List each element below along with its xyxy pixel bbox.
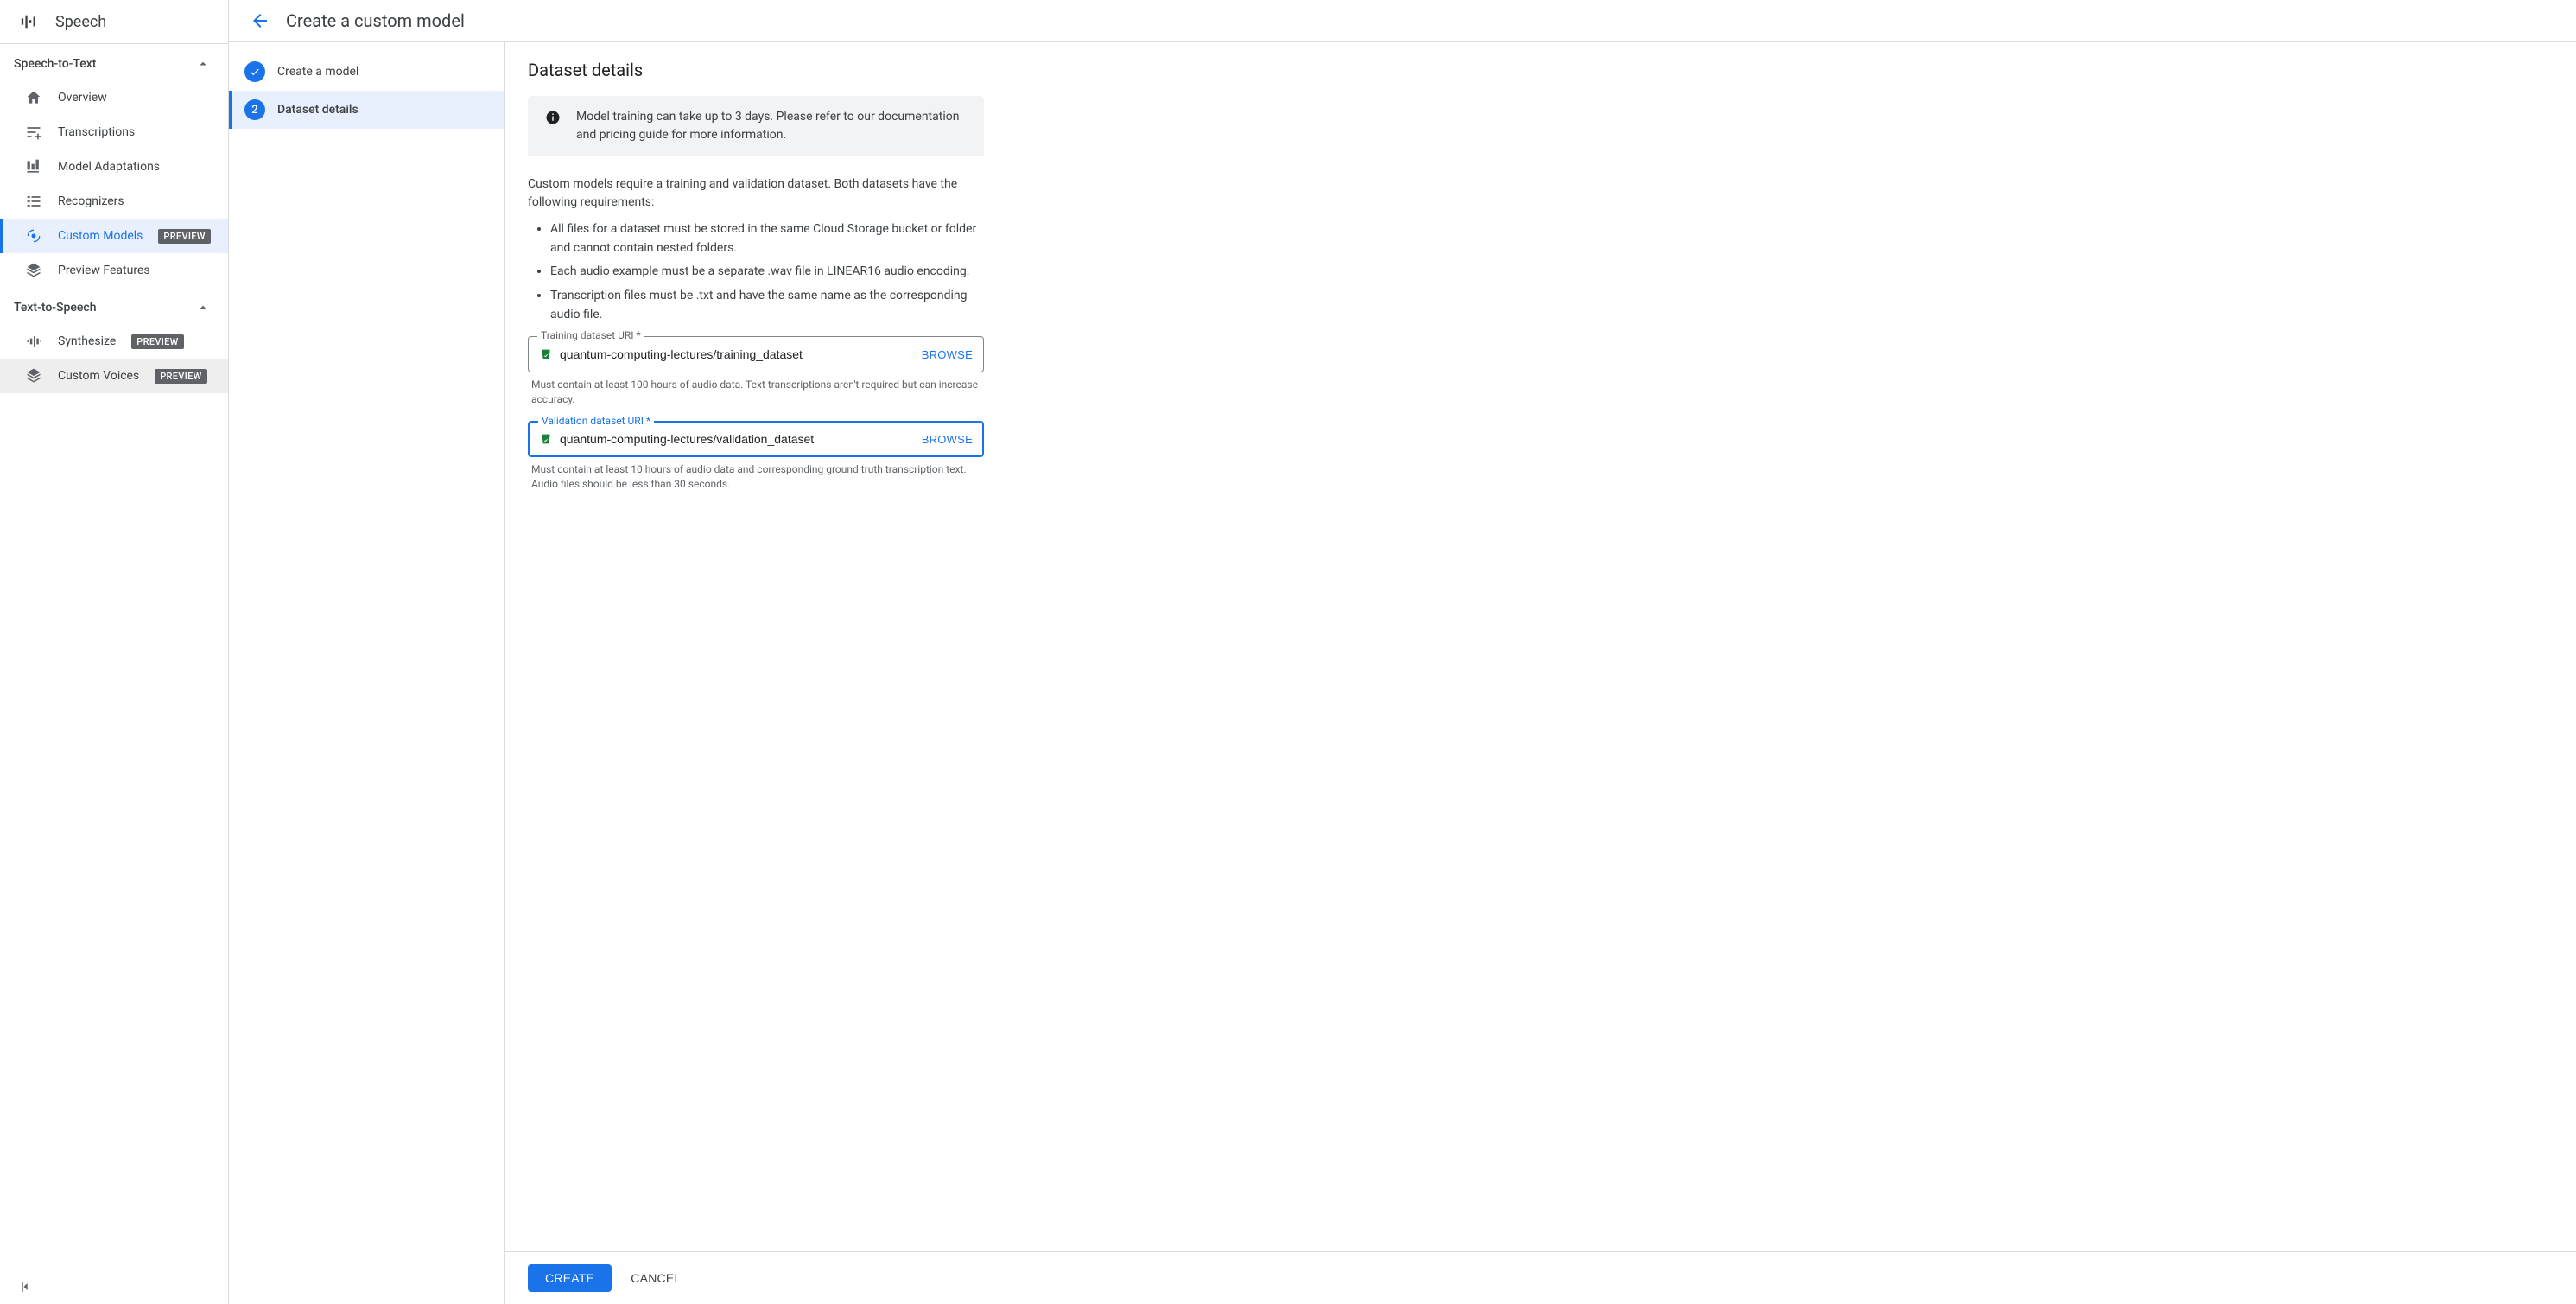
bucket-icon <box>539 347 553 361</box>
validation-dataset-field[interactable]: Validation dataset URI * BROWSE <box>528 421 984 457</box>
step-label: Dataset details <box>277 103 358 117</box>
nav-transcriptions[interactable]: Transcriptions <box>0 115 228 149</box>
detail-title: Dataset details <box>528 60 984 80</box>
model-icon <box>25 227 42 245</box>
training-dataset-field[interactable]: Training dataset URI * BROWSE <box>528 336 984 372</box>
requirement-item: All files for a dataset must be stored i… <box>550 220 984 258</box>
info-icon <box>545 110 561 125</box>
nav-label: Overview <box>58 91 107 105</box>
tune-icon <box>25 124 42 141</box>
nav-label: Custom Models <box>58 229 143 243</box>
step-dataset-details[interactable]: 2 Dataset details <box>229 91 504 129</box>
section-text-to-speech[interactable]: Text-to-Speech <box>0 288 228 324</box>
step-label: Create a model <box>277 65 358 79</box>
collapse-sidebar-icon[interactable] <box>17 1278 35 1295</box>
requirement-item: Each audio example must be a separate .w… <box>550 263 984 282</box>
list-icon <box>25 193 42 210</box>
nav-recognizers[interactable]: Recognizers <box>0 184 228 219</box>
layers-icon <box>25 367 42 385</box>
check-icon <box>244 61 265 82</box>
sidebar-footer <box>0 1269 228 1304</box>
field-label: Training dataset URI * <box>537 329 644 341</box>
speech-logo-icon <box>17 12 41 31</box>
preview-badge: PREVIEW <box>155 369 206 384</box>
info-banner: Model training can take up to 3 days. Pl… <box>528 96 984 156</box>
nav-synthesize[interactable]: Synthesize PREVIEW <box>0 324 228 359</box>
chevron-up-icon <box>195 300 211 315</box>
content: Create a model 2 Dataset details Dataset… <box>229 42 2576 1304</box>
nav-label: Preview Features <box>58 264 150 277</box>
cancel-button[interactable]: CANCEL <box>631 1271 681 1285</box>
nav-label: Recognizers <box>58 194 124 208</box>
main: Create a custom model Create a model 2 D… <box>229 0 2576 1304</box>
nav-model-adaptations[interactable]: Model Adaptations <box>0 149 228 184</box>
validation-dataset-input[interactable] <box>560 432 913 446</box>
nav-label: Synthesize <box>58 334 116 348</box>
detail-body: Dataset details Model training can take … <box>505 42 1006 1251</box>
topbar: Create a custom model <box>229 0 2576 42</box>
validation-helper-text: Must contain at least 10 hours of audio … <box>531 462 980 492</box>
training-dataset-input[interactable] <box>560 347 913 361</box>
preview-badge: PREVIEW <box>158 229 210 244</box>
nav-overview[interactable]: Overview <box>0 80 228 115</box>
home-icon <box>25 89 42 106</box>
product-name: Speech <box>55 13 106 31</box>
preview-badge: PREVIEW <box>131 334 183 349</box>
browse-training-button[interactable]: BROWSE <box>913 348 973 361</box>
stepper: Create a model 2 Dataset details <box>229 42 505 1304</box>
layers-icon <box>25 262 42 279</box>
detail-footer: CREATE CANCEL <box>505 1251 2576 1304</box>
wave-icon <box>25 333 42 350</box>
nav-custom-models[interactable]: Custom Models PREVIEW <box>0 219 228 253</box>
intro-text: Custom models require a training and val… <box>528 175 984 212</box>
requirements-list: All files for a dataset must be stored i… <box>528 220 984 324</box>
create-button[interactable]: CREATE <box>528 1264 612 1292</box>
nav-label: Transcriptions <box>58 125 135 139</box>
field-label: Validation dataset URI * <box>538 415 654 427</box>
back-arrow-icon[interactable] <box>250 10 270 31</box>
chevron-up-icon <box>195 56 211 72</box>
adapt-icon <box>25 158 42 175</box>
requirement-item: Transcription files must be .txt and hav… <box>550 287 984 324</box>
nav-preview-features[interactable]: Preview Features <box>0 253 228 288</box>
nav-label: Custom Voices <box>58 369 139 383</box>
detail-column: Dataset details Model training can take … <box>505 42 2576 1304</box>
page-title: Create a custom model <box>286 10 465 31</box>
step-create-model[interactable]: Create a model <box>229 53 504 91</box>
info-banner-text: Model training can take up to 3 days. Pl… <box>576 108 967 144</box>
bucket-icon <box>539 432 553 446</box>
section-speech-to-text[interactable]: Speech-to-Text <box>0 44 228 80</box>
nav-custom-voices[interactable]: Custom Voices PREVIEW <box>0 359 228 393</box>
app-root: Speech Speech-to-Text Overview Transcrip… <box>0 0 2576 1304</box>
browse-validation-button[interactable]: BROWSE <box>913 433 973 446</box>
step-number: 2 <box>244 99 265 120</box>
section-title-label: Speech-to-Text <box>14 57 96 71</box>
sidebar: Speech Speech-to-Text Overview Transcrip… <box>0 0 229 1304</box>
section-title-label: Text-to-Speech <box>14 301 96 315</box>
sidebar-header: Speech <box>0 0 228 44</box>
training-helper-text: Must contain at least 100 hours of audio… <box>531 378 980 407</box>
nav-label: Model Adaptations <box>58 160 160 174</box>
